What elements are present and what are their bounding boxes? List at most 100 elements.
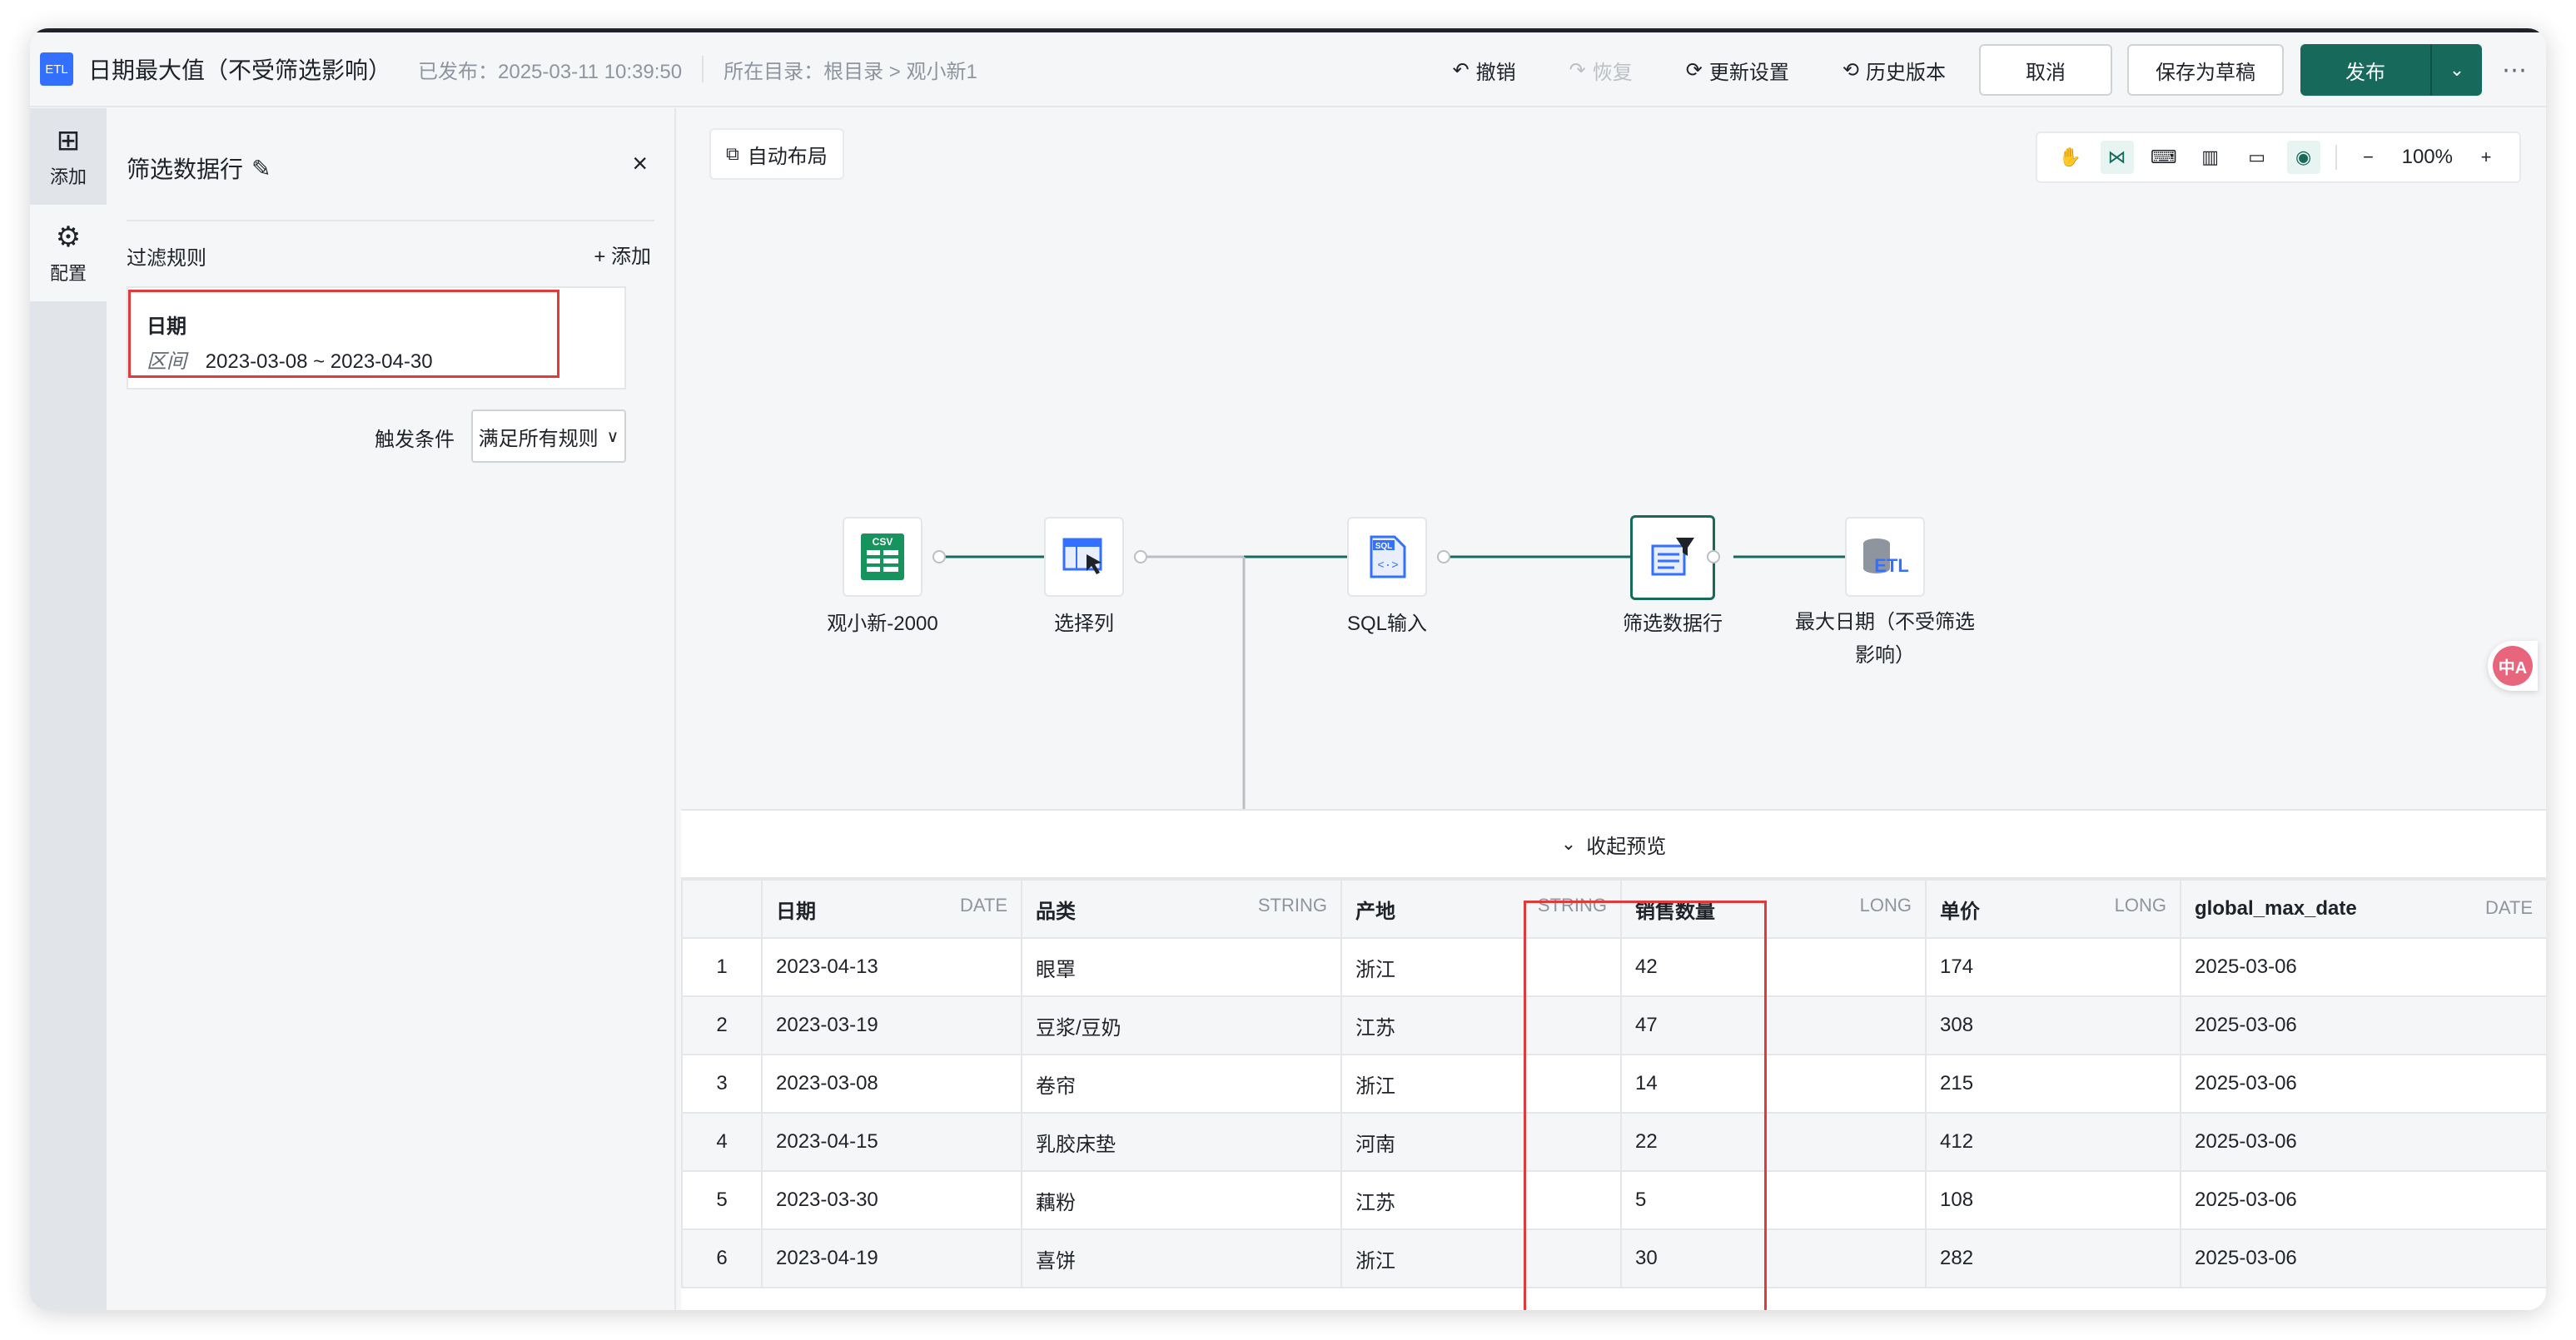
- zoom-in-icon[interactable]: +: [2469, 141, 2503, 174]
- flow-node-sql[interactable]: SQL <·>: [1347, 517, 1427, 597]
- node-label-filter-rows: 筛选数据行: [1623, 613, 1723, 635]
- minimap-icon[interactable]: ▥: [2194, 141, 2227, 174]
- column-header[interactable]: 日期 DATE: [761, 879, 1022, 939]
- node-port[interactable]: [1134, 550, 1147, 563]
- column-name: global_max_date: [2195, 897, 2357, 920]
- column-header[interactable]: 单价 LONG: [1925, 879, 2181, 939]
- comment-icon[interactable]: ▭: [2240, 141, 2274, 174]
- more-icon[interactable]: ⋯: [2502, 56, 2528, 85]
- panel-divider: [127, 220, 654, 221]
- table-cell: 2023-03-19: [761, 995, 1022, 1055]
- column-name: 单价: [1940, 900, 1980, 923]
- node-port[interactable]: [1437, 550, 1450, 563]
- translate-icon: 中A: [2493, 646, 2533, 686]
- table-cell: 2025-03-06: [2180, 1054, 2546, 1114]
- table-cell: 江苏: [1340, 995, 1622, 1055]
- history-button[interactable]: ⟲ 历史版本: [1842, 56, 1946, 85]
- table-cell: 2023-04-19: [761, 1228, 1022, 1288]
- column-type: DATE: [2484, 897, 2533, 918]
- auto-layout-icon: ⧉: [726, 143, 739, 164]
- table-cell: 2025-03-06: [2180, 937, 2546, 997]
- column-header[interactable]: 品类 STRING: [1021, 879, 1342, 939]
- trigger-label: 触发条件: [375, 429, 455, 451]
- flow-node-select-columns[interactable]: [1044, 517, 1124, 597]
- header-divider: [702, 56, 704, 82]
- flow-node-filter-rows[interactable]: [1630, 515, 1715, 600]
- flow-node-csv[interactable]: CSV: [843, 517, 922, 597]
- svg-text:ETL: ETL: [1874, 555, 1909, 576]
- table-cell: 藕粉: [1021, 1170, 1342, 1230]
- zoom-out-icon[interactable]: −: [2352, 141, 2385, 174]
- rail-config[interactable]: ⚙ 配置: [30, 205, 107, 301]
- update-settings-button[interactable]: ⟳ 更新设置: [1686, 56, 1789, 85]
- add-rule-button[interactable]: + 添加: [594, 240, 651, 269]
- flow-node-etl-output[interactable]: ETL: [1845, 517, 1925, 597]
- config-panel: 筛选数据行 ✎ × 过滤规则 + 添加 日期 区间 2023-03-08 ~ 2…: [107, 108, 676, 1310]
- add-node-icon: ⊞: [56, 125, 81, 156]
- close-icon[interactable]: ×: [632, 148, 648, 179]
- save-draft-button[interactable]: 保存为草稿: [2127, 44, 2284, 96]
- table-row[interactable]: 1 2023-04-13 眼罩 浙江 42 174 2025-03-06: [681, 937, 2546, 997]
- index-header: [681, 879, 763, 939]
- column-type: LONG: [1859, 894, 1912, 916]
- node-label-etl-output-line2: 影响）: [1855, 644, 1915, 667]
- table-cell: 河南: [1340, 1112, 1622, 1172]
- undo-icon: ↶: [1452, 58, 1470, 82]
- cancel-button[interactable]: 取消: [1979, 44, 2112, 96]
- page-title: 日期最大值（不受筛选影响）: [88, 57, 392, 83]
- publish-status: 已发布：2025-03-11 10:39:50: [418, 60, 683, 83]
- column-header[interactable]: 产地 STRING: [1340, 879, 1622, 939]
- table-row[interactable]: 5 2023-03-30 藕粉 江苏 5 108 2025-03-06: [681, 1170, 2546, 1230]
- publish-button-group: 发布 ⌄: [2300, 44, 2482, 96]
- node-port[interactable]: [932, 550, 946, 563]
- auto-layout-button[interactable]: ⧉ 自动布局: [709, 128, 844, 180]
- undo-label: 撤销: [1475, 61, 1516, 84]
- node-port[interactable]: [1707, 550, 1720, 563]
- refresh-icon: ⟳: [1685, 58, 1703, 82]
- row-index: 1: [681, 937, 763, 997]
- publish-dropdown-button[interactable]: ⌄: [2430, 44, 2482, 96]
- trigger-select[interactable]: 满足所有规则 ∨: [471, 409, 626, 463]
- header-actions: ↶ 撤销 ↷ 恢复 ⟳ 更新设置 ⟲ 历史版本 取消 保存为草稿 发布 ⌄ ⋯: [1453, 32, 2546, 107]
- table-row[interactable]: 6 2023-04-19 喜饼 浙江 30 282 2025-03-06: [681, 1228, 2546, 1288]
- rail-add[interactable]: ⊞ 添加: [30, 108, 107, 205]
- table-cell: 2023-04-13: [761, 937, 1022, 997]
- node-label-select-columns: 选择列: [1054, 613, 1114, 635]
- table-row[interactable]: 4 2023-04-15 乳胶床垫 河南 22 412 2025-03-06: [681, 1112, 2546, 1172]
- column-header[interactable]: 销售数量 LONG: [1620, 879, 1927, 939]
- redo-label: 恢复: [1592, 61, 1633, 84]
- redo-button[interactable]: ↷ 恢复: [1569, 56, 1633, 85]
- etl-output-icon: ETL: [1863, 538, 1909, 576]
- hand-tool-icon[interactable]: ✋: [2054, 141, 2087, 174]
- column-name: 销售数量: [1635, 900, 1715, 923]
- row-index: 5: [681, 1170, 763, 1230]
- data-preview: ⌄ 收起预览 日期 DATE 品类 STRING 产地 STRING 销售数量 LONG…: [681, 809, 2546, 1310]
- keyboard-icon[interactable]: ⌨: [2147, 141, 2181, 174]
- edit-icon[interactable]: ✎: [251, 155, 271, 182]
- table-cell: 22: [1620, 1112, 1927, 1172]
- collapse-preview-button[interactable]: ⌄ 收起预览: [681, 811, 2546, 879]
- undo-button[interactable]: ↶ 撤销: [1453, 56, 1516, 85]
- column-type: STRING: [1257, 894, 1327, 916]
- row-index: 4: [681, 1112, 763, 1172]
- column-type: DATE: [959, 894, 1007, 916]
- breadcrumb[interactable]: 所在目录：根目录 > 观小新1: [724, 55, 977, 84]
- flow-edges: [941, 548, 1871, 816]
- table-cell: 14: [1620, 1054, 1927, 1114]
- table-cell: 2023-04-15: [761, 1112, 1022, 1172]
- table-cell: 豆浆/豆奶: [1021, 995, 1342, 1055]
- column-header[interactable]: global_max_date DATE: [2180, 879, 2546, 939]
- table-cell: 42: [1620, 937, 1927, 997]
- panel-title-text: 筛选数据行: [127, 156, 244, 182]
- connect-tool-icon[interactable]: ⋈: [2100, 141, 2134, 174]
- auto-layout-label: 自动布局: [747, 145, 828, 168]
- table-row[interactable]: 2 2023-03-19 豆浆/豆奶 江苏 47 308 2025-03-06: [681, 995, 2546, 1055]
- redo-icon: ↷: [1569, 58, 1586, 82]
- table-body: 1 2023-04-13 眼罩 浙江 42 174 2025-03-06 2 2023-03-1…: [681, 937, 2546, 1288]
- table-row[interactable]: 3 2023-03-08 卷帘 浙江 14 215 2025-03-06: [681, 1054, 2546, 1114]
- table-cell: 30: [1620, 1228, 1927, 1288]
- eye-icon[interactable]: ◉: [2286, 141, 2320, 174]
- translate-button[interactable]: 中A: [2488, 641, 2538, 691]
- publish-button[interactable]: 发布: [2300, 44, 2430, 96]
- flow-canvas[interactable]: ⧉ 自动布局 ✋ ⋈ ⌨ ▥ ▭ ◉ − 100% + CSV 观小新-2000…: [678, 108, 2546, 816]
